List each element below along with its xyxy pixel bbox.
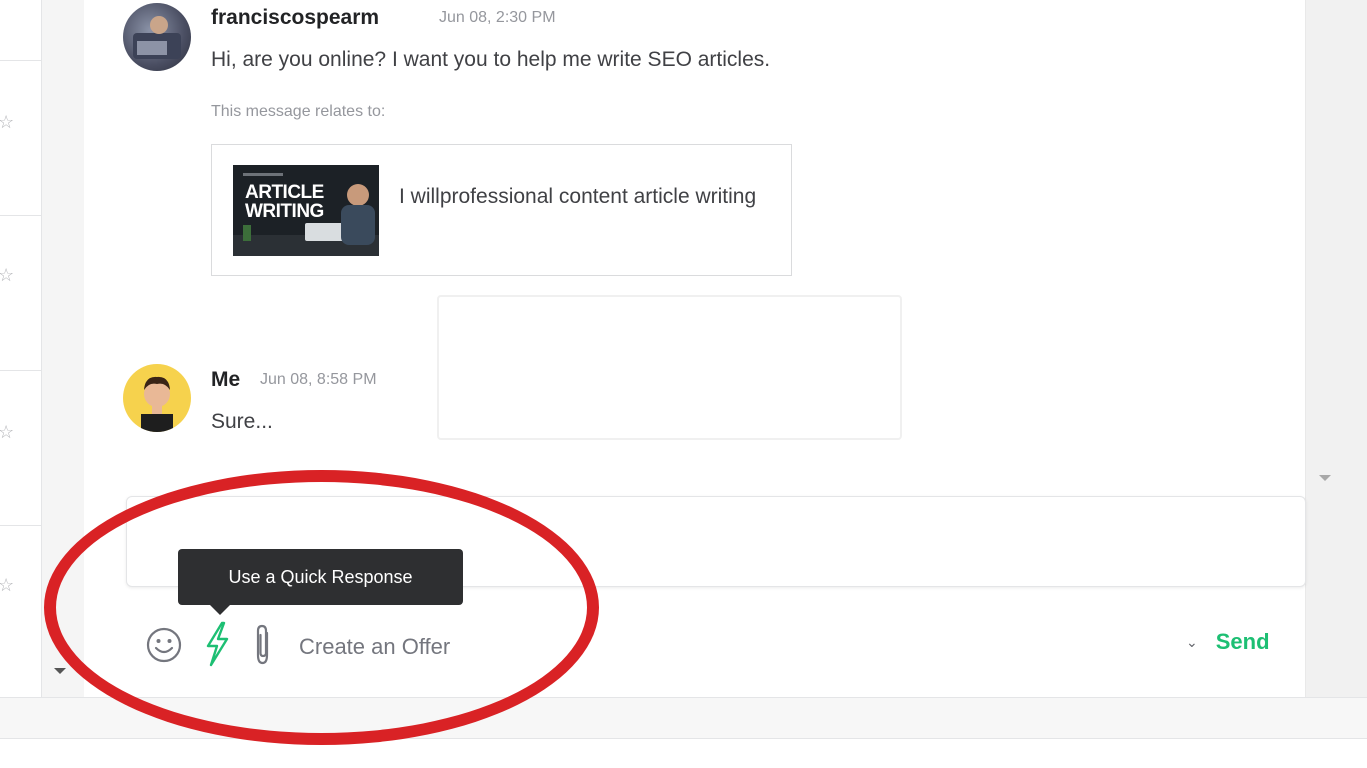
message-text: Sure... xyxy=(211,410,273,433)
message-text: Hi, are you online? I want you to help m… xyxy=(211,48,771,71)
gig-title[interactable]: I willprofessional content article writi… xyxy=(399,181,759,213)
sender-name[interactable]: Me xyxy=(211,368,240,392)
paperclip-icon[interactable] xyxy=(250,622,276,668)
create-offer-button[interactable]: Create an Offer xyxy=(299,634,450,660)
avatar[interactable] xyxy=(123,364,191,432)
conversation-row[interactable]: ☆ xyxy=(0,525,41,682)
conversation-row[interactable]: ☆ xyxy=(0,215,41,370)
send-controls: ⌄ Send xyxy=(1186,629,1270,655)
message-time: Jun 08, 8:58 PM xyxy=(260,371,377,388)
sender-name[interactable]: franciscospearm xyxy=(211,6,379,30)
send-button[interactable]: Send xyxy=(1216,629,1270,655)
star-icon[interactable]: ☆ xyxy=(0,113,14,131)
chat-scrollbar[interactable] xyxy=(1305,0,1367,697)
gig-thumbnail: ARTICLE WRITING xyxy=(233,165,379,256)
tooltip-text: Use a Quick Response xyxy=(228,566,413,587)
star-icon[interactable]: ☆ xyxy=(0,266,14,284)
avatar[interactable] xyxy=(123,3,191,71)
gig-thumb-line: ARTICLE xyxy=(245,182,324,203)
smiley-icon[interactable] xyxy=(144,625,184,665)
gig-thumb-line: WRITING xyxy=(245,201,324,222)
related-gig-card[interactable]: ARTICLE WRITING I willprofessional conte… xyxy=(211,144,792,276)
chevron-down-icon[interactable]: ⌄ xyxy=(1186,634,1198,651)
footer-bar xyxy=(0,697,1367,739)
scroll-down-arrow-icon[interactable] xyxy=(54,668,66,674)
conversation-row[interactable]: ☆ xyxy=(0,60,41,215)
quick-response-tooltip: Use a Quick Response xyxy=(178,549,463,615)
conversation-list: ☆ ☆ ☆ ☆ xyxy=(0,0,42,697)
star-icon[interactable]: ☆ xyxy=(0,423,14,441)
lightning-icon[interactable] xyxy=(200,620,234,668)
conversation-row[interactable]: ☆ xyxy=(0,370,41,525)
list-scroll-gutter xyxy=(42,0,84,697)
star-icon[interactable]: ☆ xyxy=(0,576,14,594)
relates-label: This message relates to: xyxy=(211,103,386,120)
message-time: Jun 08, 2:30 PM xyxy=(439,9,556,26)
scroll-down-arrow-icon[interactable] xyxy=(1319,475,1331,481)
